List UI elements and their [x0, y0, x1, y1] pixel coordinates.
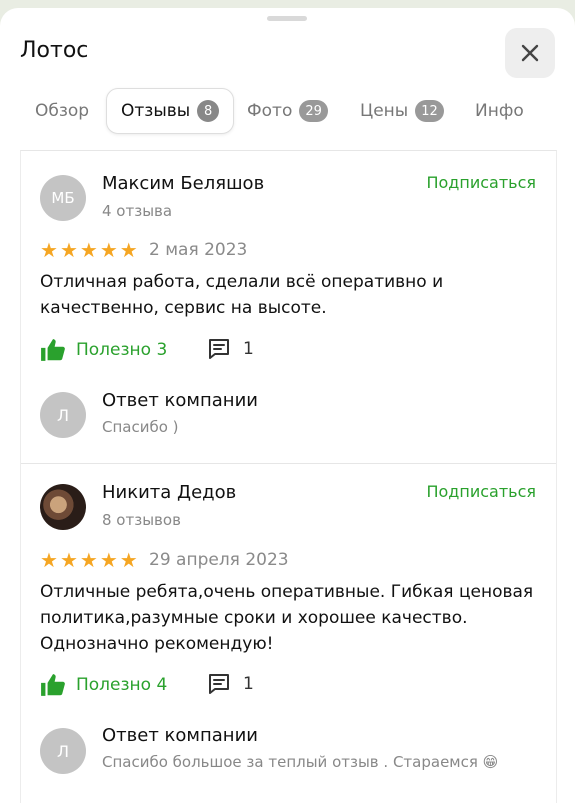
subscribe-button[interactable]: Подписаться [426, 482, 536, 501]
company-reply-text: Спасибо ) [102, 418, 179, 436]
comment-icon [209, 339, 229, 359]
comments-button[interactable]: 1 [207, 337, 254, 361]
sheet-grabber[interactable] [267, 16, 307, 21]
review-text: Отличная работа, сделали всё оперативно … [40, 272, 444, 318]
star-icon: ★ [99, 238, 118, 262]
star-icon: ★ [59, 548, 78, 572]
tab-count-badge: 29 [299, 100, 328, 122]
review-author[interactable]: Никита Дедов [102, 482, 236, 503]
useful-button[interactable]: Полезно 3 [40, 337, 167, 363]
useful-label: Полезно 3 [76, 340, 168, 360]
tab-label: Отзывы [121, 101, 191, 121]
subscribe-button[interactable]: Подписаться [426, 173, 536, 192]
avatar[interactable] [40, 484, 86, 530]
close-icon [521, 44, 539, 62]
tab-label: Обзор [35, 101, 90, 121]
tab-label: Фото [247, 101, 293, 121]
thumbs-up-icon [41, 339, 65, 361]
tab-photos[interactable]: Фото 29 [247, 88, 328, 134]
review-card: Никита Дедов 8 отзывов Подписаться ★ ★ ★… [21, 464, 556, 803]
star-icon: ★ [99, 548, 118, 572]
company-reply-title: Ответ компании [102, 725, 258, 746]
author-review-count: 4 отзыва [102, 202, 173, 220]
tab-overview[interactable]: Обзор [35, 88, 89, 134]
tab-reviews[interactable]: Отзывы 8 [106, 88, 235, 134]
close-button[interactable] [505, 28, 555, 78]
star-icon: ★ [40, 548, 58, 572]
star-icon: ★ [40, 238, 58, 262]
comments-count: 1 [243, 674, 254, 694]
comments-button[interactable]: 1 [207, 672, 254, 696]
star-icon: ★ [59, 238, 78, 262]
tab-label: Инфо [475, 101, 524, 121]
tab-info[interactable]: Инфо [475, 88, 524, 134]
review-card: МБ Максим Беляшов 4 отзыва Подписаться ★… [21, 151, 556, 464]
company-reply-text: Спасибо большое за теплый отзыв . Старае… [102, 753, 499, 771]
star-icon: ★ [79, 548, 98, 572]
useful-label: Полезно 4 [76, 675, 168, 695]
place-sheet: Лотос Обзор Отзывы 8 Фото 29 Цены 12 Инф… [0, 8, 575, 803]
tab-count-badge: 12 [415, 100, 444, 122]
tab-count-badge: 8 [197, 100, 220, 122]
company-reply-title: Ответ компании [102, 390, 258, 411]
author-review-count: 8 отзывов [102, 511, 181, 529]
reviews-list[interactable]: МБ Максим Беляшов 4 отзыва Подписаться ★… [20, 150, 557, 803]
star-icon: ★ [119, 238, 138, 262]
rating-stars: ★ ★ ★ ★ ★ [40, 550, 138, 570]
comment-icon [209, 674, 229, 694]
thumbs-up-icon [41, 674, 65, 696]
tab-bar: Обзор Отзывы 8 Фото 29 Цены 12 Инфо [20, 88, 560, 134]
star-icon: ★ [79, 238, 98, 262]
tab-label: Цены [360, 101, 409, 121]
company-avatar: Л [40, 392, 86, 438]
review-author[interactable]: Максим Беляшов [102, 173, 264, 194]
useful-button[interactable]: Полезно 4 [40, 672, 167, 698]
tab-prices[interactable]: Цены 12 [360, 88, 444, 134]
company-avatar: Л [40, 728, 86, 774]
review-date: 2 мая 2023 [149, 240, 248, 260]
avatar[interactable]: МБ [40, 175, 86, 221]
star-icon: ★ [119, 548, 138, 572]
comments-count: 1 [243, 339, 254, 359]
page-title: Лотос [20, 38, 89, 63]
review-text: Отличные ребята,очень оперативные. Гибка… [40, 582, 534, 654]
rating-stars: ★ ★ ★ ★ ★ [40, 240, 138, 260]
review-date: 29 апреля 2023 [149, 550, 289, 570]
